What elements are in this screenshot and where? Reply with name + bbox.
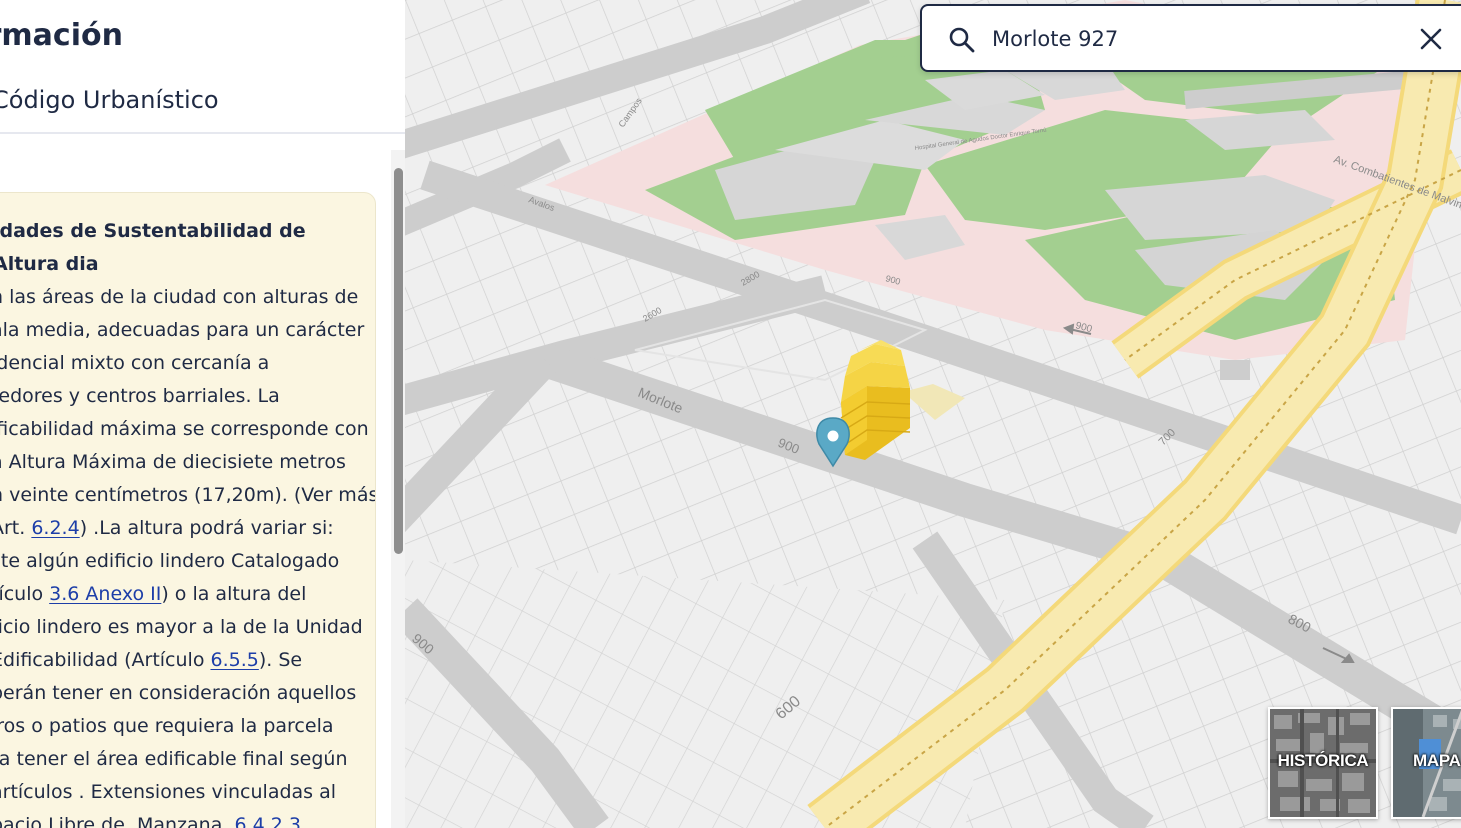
card-text-line: n las áreas de la ciudad con alturas de [0, 281, 371, 314]
card-text-segment: ra tener el área edificable final según [0, 748, 348, 770]
panel-subtitle: Código Urbanístico [0, 86, 219, 114]
card-text-line: a Altura Máxima de diecisiete metros [0, 446, 371, 479]
card-text-line: redores y centros barriales. La [0, 380, 371, 413]
card-text-segment: ste algún edificio lindero Catalogado [0, 550, 340, 572]
map-canvas[interactable]: Morlote Avalos Campos Av. Combatientes d… [405, 0, 1461, 828]
card-text-line: ste algún edificio lindero Catalogado [0, 545, 371, 578]
card-text-segment: Art. [0, 517, 26, 539]
card-text-segment: berán tener en consideración aquellos [0, 682, 357, 704]
info-panel: ormación Código Urbanístico idades de Su… [0, 0, 405, 828]
article-link[interactable]: 6.4.2.3 [234, 814, 300, 828]
close-icon[interactable] [1416, 24, 1446, 54]
card-text-segment: pacio Libre de .Manzana. [0, 814, 235, 828]
panel-title: ormación [0, 18, 123, 53]
card-text-line: artículos . Extensiones vinculadas al [0, 776, 371, 809]
card-text-line: ificabilidad máxima se corresponde con [0, 413, 371, 446]
search-icon [949, 27, 975, 53]
card-text-line: ala media, adecuadas para un carácter [0, 314, 371, 347]
card-heading: idades de Sustentabilidad de Altura dia [0, 220, 306, 275]
card-text-segment: ). Se [258, 649, 303, 671]
card-text-segment: a Altura Máxima de diecisiete metros [0, 451, 346, 473]
card-text-line: Edificabilidad (Artículo 6.5.5). Se [0, 644, 371, 677]
card-text-line: ra tener el área edificable final según [0, 743, 371, 776]
card-text-segment: . [300, 814, 307, 828]
panel-divider [0, 132, 405, 134]
card-text-segment: ficio lindero es mayor a la de la Unidad [0, 616, 363, 638]
card-text-segment: ificabilidad máxima se corresponde con [0, 418, 369, 440]
card-body: n las áreas de la ciudad con alturas de a… [0, 281, 375, 828]
card-text-line: ficio lindero es mayor a la de la Unidad [0, 611, 371, 644]
search-input[interactable] [992, 20, 1372, 58]
card-text-line: idencial mixto con cercanía a [0, 347, 371, 380]
card-text-line: iros o patios que requiera la parcela [0, 710, 371, 743]
card-text-segment: n veinte centímetros (17,20m). (Ver más [0, 484, 376, 506]
scrollbar-thumb[interactable] [394, 168, 403, 554]
card-text-line: tículo 3.6 Anexo II) o la altura del [0, 578, 371, 611]
card-text-segment: iros o patios que requiera la parcela [0, 715, 334, 737]
info-card: idades de Sustentabilidad de Altura dia … [0, 192, 376, 828]
article-link[interactable]: 3.6 Anexo II [49, 583, 161, 605]
article-link[interactable]: 6.2.4 [31, 517, 79, 539]
card-text-line: pacio Libre de .Manzana. 6.4.2.3. [0, 809, 371, 828]
card-text-segment: idencial mixto con cercanía a [0, 352, 270, 374]
card-text-segment: ala media, adecuadas para un carácter [0, 319, 365, 341]
card-text-segment: Edificabilidad (Artículo [0, 649, 211, 671]
map-view[interactable]: Morlote Avalos Campos Av. Combatientes d… [405, 0, 1461, 828]
card-text-line: berán tener en consideración aquellos [0, 677, 371, 710]
basemap-mapa-button[interactable]: MAPA [1391, 707, 1461, 819]
basemap-mapa-label: MAPA [1413, 751, 1461, 770]
card-text-segment: n las áreas de la ciudad con alturas de [0, 286, 359, 308]
card-text-segment: tículo [0, 583, 44, 605]
card-text-segment: ) o la altura del [161, 583, 307, 605]
card-text-line: Art. 6.2.4) .La altura podrá variar si: [0, 512, 371, 545]
card-text-segment: ) .La altura podrá variar si: [79, 517, 334, 539]
article-link[interactable]: 6.5.5 [210, 649, 258, 671]
search-box[interactable] [920, 4, 1461, 72]
basemap-historica-button[interactable]: HISTÓRICA [1268, 707, 1378, 819]
card-text-line: n veinte centímetros (17,20m). (Ver más [0, 479, 375, 512]
card-text-segment: artículos . Extensiones vinculadas al [0, 781, 337, 803]
basemap-historica-label: HISTÓRICA [1277, 751, 1369, 770]
card-text-segment: redores y centros barriales. La [0, 385, 280, 407]
